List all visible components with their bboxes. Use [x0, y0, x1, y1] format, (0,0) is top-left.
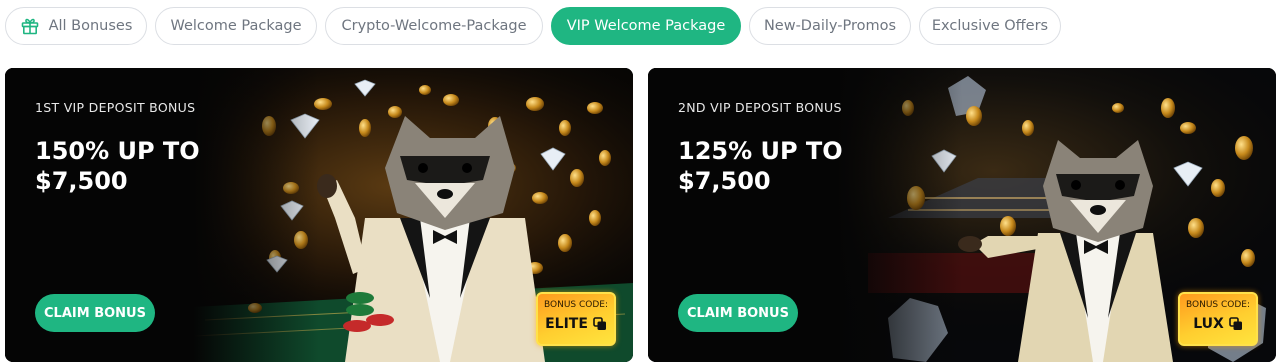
- bonus-code-value: ELITE: [545, 316, 588, 332]
- tab-label: All Bonuses: [48, 18, 133, 34]
- tab-label: New-Daily-Promos: [763, 18, 897, 34]
- card-subtitle: 2ND VIP DEPOSIT BONUS: [678, 100, 842, 115]
- tab-welcome-package[interactable]: Welcome Package: [155, 7, 317, 45]
- card-title: 125% UP TO $7,500: [678, 137, 843, 195]
- tab-all-bonuses[interactable]: All Bonuses: [5, 7, 147, 45]
- bonus-category-tabs: All Bonuses Welcome Package Crypto-Welco…: [5, 7, 1061, 45]
- card-subtitle: 1ST VIP DEPOSIT BONUS: [35, 100, 196, 115]
- tab-label: Crypto-Welcome-Package: [341, 18, 527, 34]
- tab-label: VIP Welcome Package: [566, 18, 726, 34]
- gift-icon: [20, 16, 40, 36]
- bonus-code-label: BONUS CODE:: [1185, 300, 1250, 310]
- bonus-code-row: ELITE: [538, 316, 614, 332]
- copy-icon[interactable]: [593, 317, 607, 331]
- tab-crypto-welcome-package[interactable]: Crypto-Welcome-Package: [325, 7, 543, 45]
- bonus-code-value: LUX: [1193, 316, 1224, 332]
- tab-new-daily-promos[interactable]: New-Daily-Promos: [749, 7, 911, 45]
- tab-label: Welcome Package: [170, 18, 302, 34]
- bonus-code-label: BONUS CODE:: [543, 300, 608, 310]
- copy-icon[interactable]: [1228, 317, 1243, 331]
- bonus-code-row: LUX: [1180, 316, 1256, 332]
- card-title: 150% UP TO $7,500: [35, 137, 200, 195]
- bonus-code-box[interactable]: BONUS CODE: LUX: [1178, 292, 1258, 346]
- bonus-code-box[interactable]: BONUS CODE: ELITE: [536, 292, 616, 346]
- claim-bonus-button[interactable]: CLAIM BONUS: [678, 294, 798, 332]
- tab-label: Exclusive Offers: [931, 18, 1049, 34]
- claim-bonus-button[interactable]: CLAIM BONUS: [35, 294, 155, 332]
- bonus-card-2nd-vip-deposit: 2ND VIP DEPOSIT BONUS 125% UP TO $7,500 …: [648, 68, 1276, 362]
- tab-exclusive-offers[interactable]: Exclusive Offers: [919, 7, 1061, 45]
- bonus-card-1st-vip-deposit: 1ST VIP DEPOSIT BONUS 150% UP TO $7,500 …: [5, 68, 633, 362]
- tab-vip-welcome-package[interactable]: VIP Welcome Package: [551, 7, 741, 45]
